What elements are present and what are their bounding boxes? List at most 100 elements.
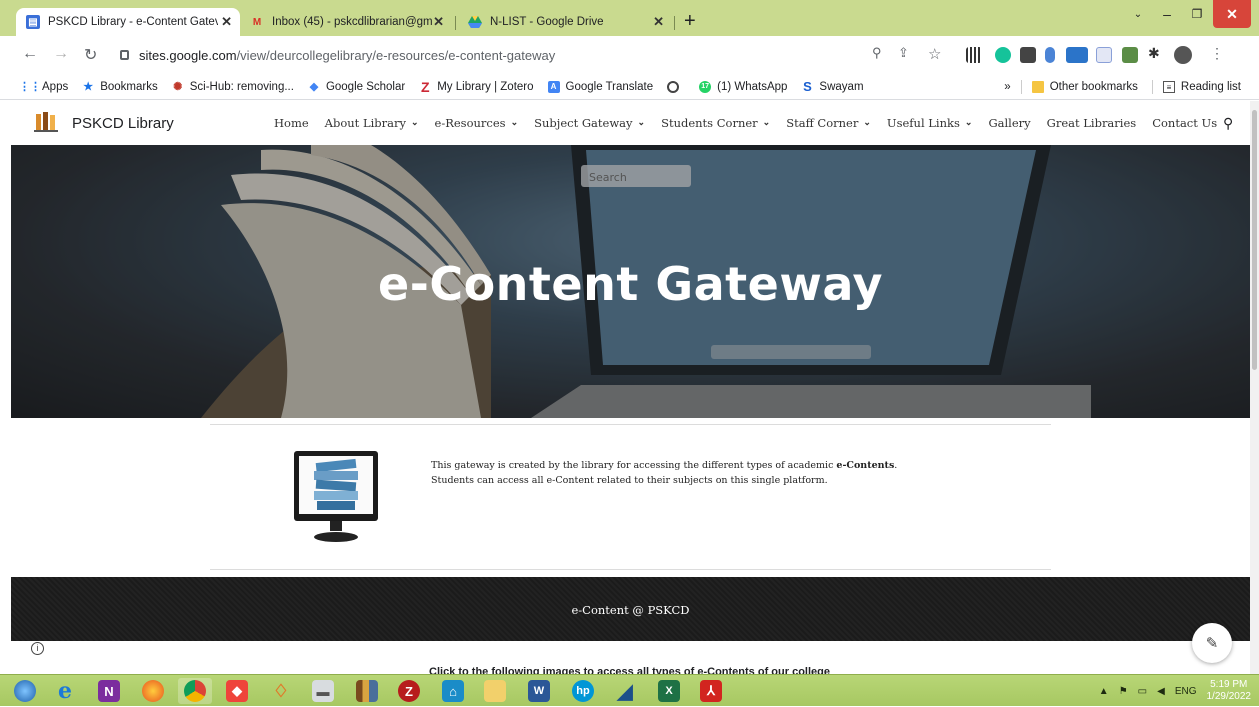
library-logo-icon[interactable] xyxy=(34,111,58,133)
flag-icon[interactable]: ⚑ xyxy=(1119,686,1128,697)
nav-e-resources[interactable]: e-Resources ⌄ xyxy=(435,116,519,130)
bookmark-apps[interactable]: ⋮⋮ Apps xyxy=(19,81,68,94)
divider xyxy=(1151,80,1153,94)
share-icon[interactable]: ⇪ xyxy=(898,45,909,61)
file-explorer-icon[interactable] xyxy=(478,678,512,704)
site-title[interactable]: PSKCD Library xyxy=(72,115,174,132)
nav-staff-corner[interactable]: Staff Corner ⌄ xyxy=(786,116,871,130)
reload-icon[interactable]: ↻ xyxy=(84,45,97,65)
other-bookmarks[interactable]: Other bookmarks xyxy=(1031,81,1138,93)
extensions-puzzle-icon[interactable]: ✱ xyxy=(1148,45,1160,62)
document-extension-icon[interactable] xyxy=(1096,47,1112,63)
tab-gmail-inbox[interactable]: M Inbox (45) - pskcdlibrarian@gma ✕ xyxy=(240,8,452,36)
extension-green-icon[interactable] xyxy=(1122,47,1138,63)
show-hidden-icons[interactable]: ▲ xyxy=(1099,686,1109,697)
qr-code-icon[interactable] xyxy=(966,47,982,63)
nav-useful-links[interactable]: Useful Links ⌄ xyxy=(887,116,973,130)
restore-icon[interactable]: ❐ xyxy=(1182,0,1212,28)
new-tab-button[interactable]: + xyxy=(684,10,696,33)
close-tab-icon[interactable]: ✕ xyxy=(433,14,444,30)
bookmark-globe[interactable] xyxy=(667,80,685,93)
close-tab-icon[interactable]: ✕ xyxy=(221,14,232,30)
internet-explorer-icon[interactable]: e xyxy=(48,678,82,704)
bookmark-whatsapp[interactable]: 17 (1) WhatsApp xyxy=(699,80,787,93)
zoom-icon[interactable]: ⚲ xyxy=(872,45,882,61)
reading-list-label: Reading list xyxy=(1180,81,1241,93)
chrome-icon[interactable] xyxy=(178,678,212,704)
reading-list[interactable]: ≡ Reading list xyxy=(1162,81,1241,93)
bookmarks-right: » Other bookmarks ≡ Reading list xyxy=(1004,74,1255,100)
zotero-app-icon[interactable]: Z xyxy=(392,678,426,704)
bookmark-google-translate[interactable]: A Google Translate xyxy=(547,80,653,93)
bookmarks-overflow-button[interactable]: » xyxy=(1004,81,1010,93)
firefox-icon[interactable] xyxy=(136,678,170,704)
copy-extension-icon[interactable] xyxy=(1066,47,1088,63)
tab-search-icon[interactable]: ⌄ xyxy=(1126,0,1150,28)
tab-separator xyxy=(674,16,675,30)
intro-text: This gateway is created by the library f… xyxy=(431,458,991,488)
word-icon[interactable]: W xyxy=(522,678,556,704)
windows-taskbar: e N ◆ ♢ ▬ Z ⌂ W hp ◢ X ⅄ ▲ ⚑ ▭ ◀ ENG 5:1… xyxy=(0,674,1259,706)
nav-about-library[interactable]: About Library ⌄ xyxy=(325,116,419,130)
star-icon: ★ xyxy=(83,81,94,93)
bookmark-zotero[interactable]: Z My Library | Zotero xyxy=(419,79,534,95)
tab-title: PSKCD Library - e-Content Gatev xyxy=(48,16,218,28)
nav-subject-gateway[interactable]: Subject Gateway ⌄ xyxy=(534,116,645,130)
ruler-icon[interactable]: ◢ xyxy=(608,678,642,704)
gmail-icon: M xyxy=(252,16,262,28)
bookmark-label: Swayam xyxy=(819,80,864,93)
security-icon[interactable]: ⌂ xyxy=(436,678,470,704)
volume-icon[interactable]: ◀ xyxy=(1157,686,1165,697)
bookmark-scihub[interactable]: ✺ Sci-Hub: removing... xyxy=(172,81,294,94)
tab-google-drive[interactable]: N-LIST - Google Drive ✕ xyxy=(458,8,672,36)
anydesk-icon[interactable]: ◆ xyxy=(220,678,254,704)
start-orb-icon[interactable] xyxy=(8,678,42,704)
extension-square-icon[interactable] xyxy=(1020,47,1036,63)
nav-gallery[interactable]: Gallery xyxy=(988,116,1030,130)
profile-avatar[interactable] xyxy=(1174,46,1192,64)
nav-contact-us[interactable]: Contact Us xyxy=(1152,116,1217,130)
tab-pskcd-library[interactable]: ▤ PSKCD Library - e-Content Gatev ✕ xyxy=(16,8,240,36)
onenote-icon[interactable]: N xyxy=(92,678,126,704)
bookmark-swayam[interactable]: S Swayam xyxy=(801,79,864,94)
library-icon[interactable] xyxy=(350,678,384,704)
bookmark-google-scholar[interactable]: ◆ Google Scholar xyxy=(308,81,406,94)
site-nav: Home About Library ⌄ e-Resources ⌄ Subject… xyxy=(274,116,1233,130)
close-tab-icon[interactable]: ✕ xyxy=(653,14,664,30)
nav-great-libraries[interactable]: Great Libraries xyxy=(1047,116,1137,130)
back-arrow-icon[interactable]: ← xyxy=(22,45,38,63)
apps-grid-icon: ⋮⋮ xyxy=(19,81,41,93)
nav-home[interactable]: Home xyxy=(274,116,309,130)
printer-icon[interactable]: ▬ xyxy=(306,678,340,704)
acrobat-icon[interactable]: ⅄ xyxy=(694,678,728,704)
clock[interactable]: 5:19 PM 1/29/2022 xyxy=(1207,679,1252,703)
bookmark-bookmarks[interactable]: ★ Bookmarks xyxy=(82,81,157,94)
nav-students-corner[interactable]: Students Corner ⌄ xyxy=(661,116,770,130)
chevron-down-icon: ⌄ xyxy=(637,118,646,128)
grammarly-icon[interactable] xyxy=(995,47,1011,63)
window-close-icon[interactable]: ✕ xyxy=(1213,0,1251,28)
edit-pencil-button[interactable]: ✎ xyxy=(1192,623,1232,663)
info-icon[interactable]: i xyxy=(31,642,44,655)
bookmark-star-icon[interactable]: ☆ xyxy=(928,45,941,63)
minimize-icon[interactable]: – xyxy=(1152,0,1182,28)
nav-label: Great Libraries xyxy=(1046,116,1137,130)
excel-icon[interactable]: X xyxy=(652,678,686,704)
nav-label: Contact Us xyxy=(1152,116,1218,130)
google-drive-icon xyxy=(468,15,482,29)
nav-label: Gallery xyxy=(988,116,1031,130)
clock-time: 5:19 PM xyxy=(1210,679,1248,690)
network-icon[interactable]: ▭ xyxy=(1138,686,1147,697)
origin-icon[interactable]: ♢ xyxy=(264,678,298,704)
site-search-icon[interactable]: ⚲ xyxy=(1223,115,1233,132)
microphone-icon[interactable] xyxy=(1045,47,1055,63)
site-header: PSKCD Library Home About Library ⌄ e-Reso… xyxy=(0,101,1259,145)
menu-kebab-icon[interactable]: ⋮ xyxy=(1210,45,1224,62)
address-bar[interactable]: sites.google.com/view/deurcollegelibrary… xyxy=(110,41,950,69)
band-heading: e-Content @ PSKCD xyxy=(571,603,690,617)
forward-arrow-icon[interactable]: → xyxy=(53,45,69,63)
language-indicator[interactable]: ENG xyxy=(1175,686,1197,697)
scrollbar-thumb[interactable] xyxy=(1252,110,1257,370)
hp-icon[interactable]: hp xyxy=(566,678,600,704)
page-title: e-Content Gateway xyxy=(378,257,883,311)
